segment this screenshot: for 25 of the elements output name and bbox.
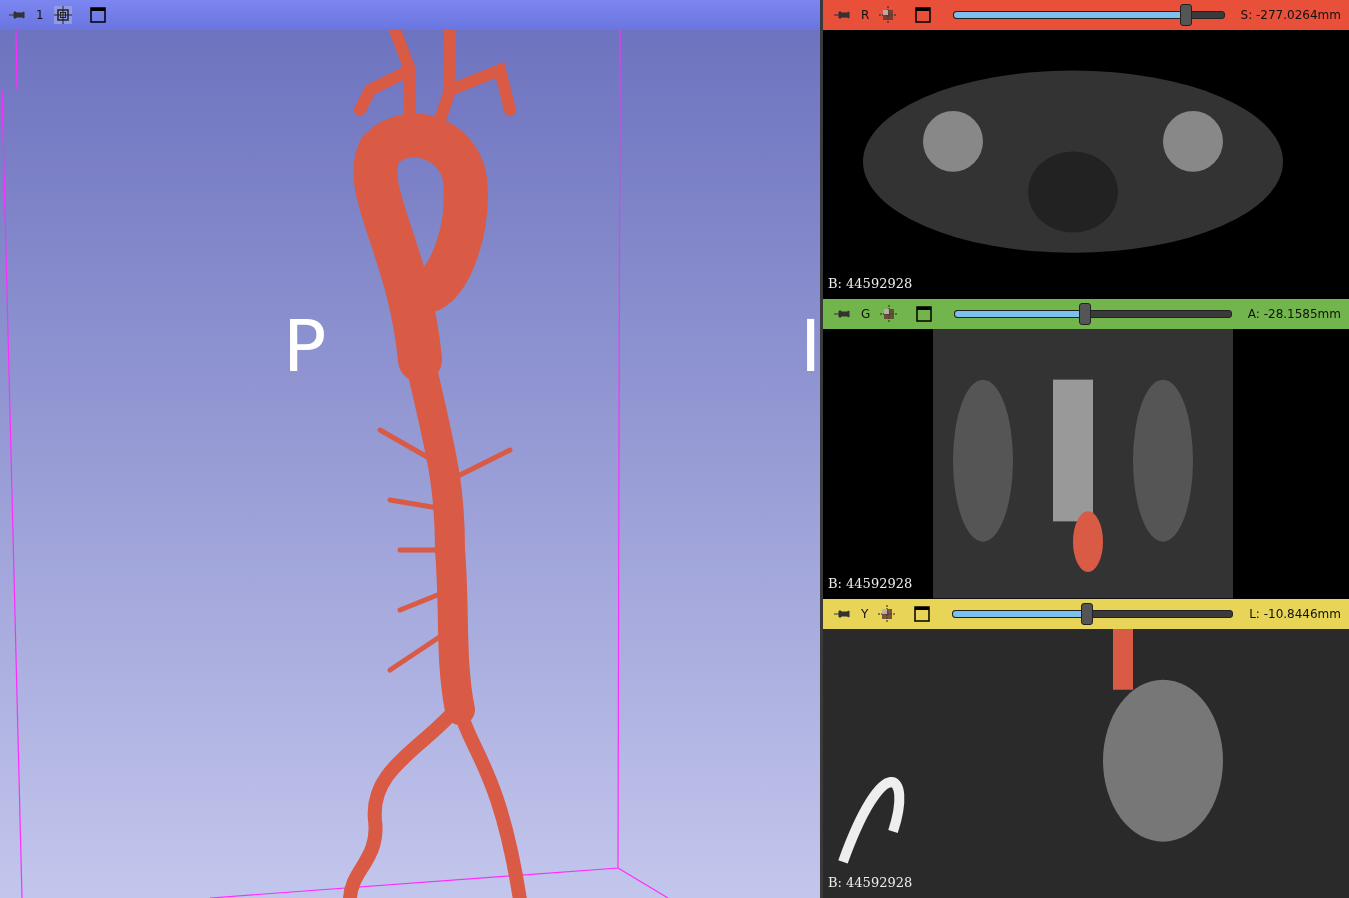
view-label: Y: [861, 606, 869, 621]
orientation-label: I: [800, 310, 820, 382]
window-icon[interactable]: [914, 605, 931, 622]
pin-icon[interactable]: [833, 309, 851, 320]
image-annotation: B: 44592928: [828, 875, 913, 890]
image-annotation: B: 44592928: [828, 575, 913, 591]
slider-handle[interactable]: [1179, 4, 1192, 26]
pin-icon[interactable]: [833, 608, 851, 619]
window-icon[interactable]: [89, 7, 106, 23]
window-icon[interactable]: [916, 306, 933, 323]
pin-icon[interactable]: [8, 10, 26, 20]
layers-grid-icon[interactable]: [878, 604, 897, 623]
view-label: R: [861, 8, 870, 22]
slider-handle[interactable]: [1081, 602, 1094, 625]
orientation-label: P: [283, 310, 327, 382]
slice-offset-value: A: -28.1585mm: [1247, 307, 1341, 322]
image-annotation: B: 44592928: [828, 276, 913, 292]
layers-grid-icon[interactable]: [880, 305, 899, 324]
slice-offset-value: S: -277.0264mm: [1240, 8, 1341, 22]
view-label: G: [861, 307, 871, 322]
center-view-icon[interactable]: [53, 6, 72, 24]
slider-handle[interactable]: [1078, 303, 1091, 326]
layers-grid-icon[interactable]: [879, 6, 898, 24]
slice-offset-value: L: -10.8446mm: [1249, 606, 1341, 621]
view-label: 1: [36, 8, 44, 22]
